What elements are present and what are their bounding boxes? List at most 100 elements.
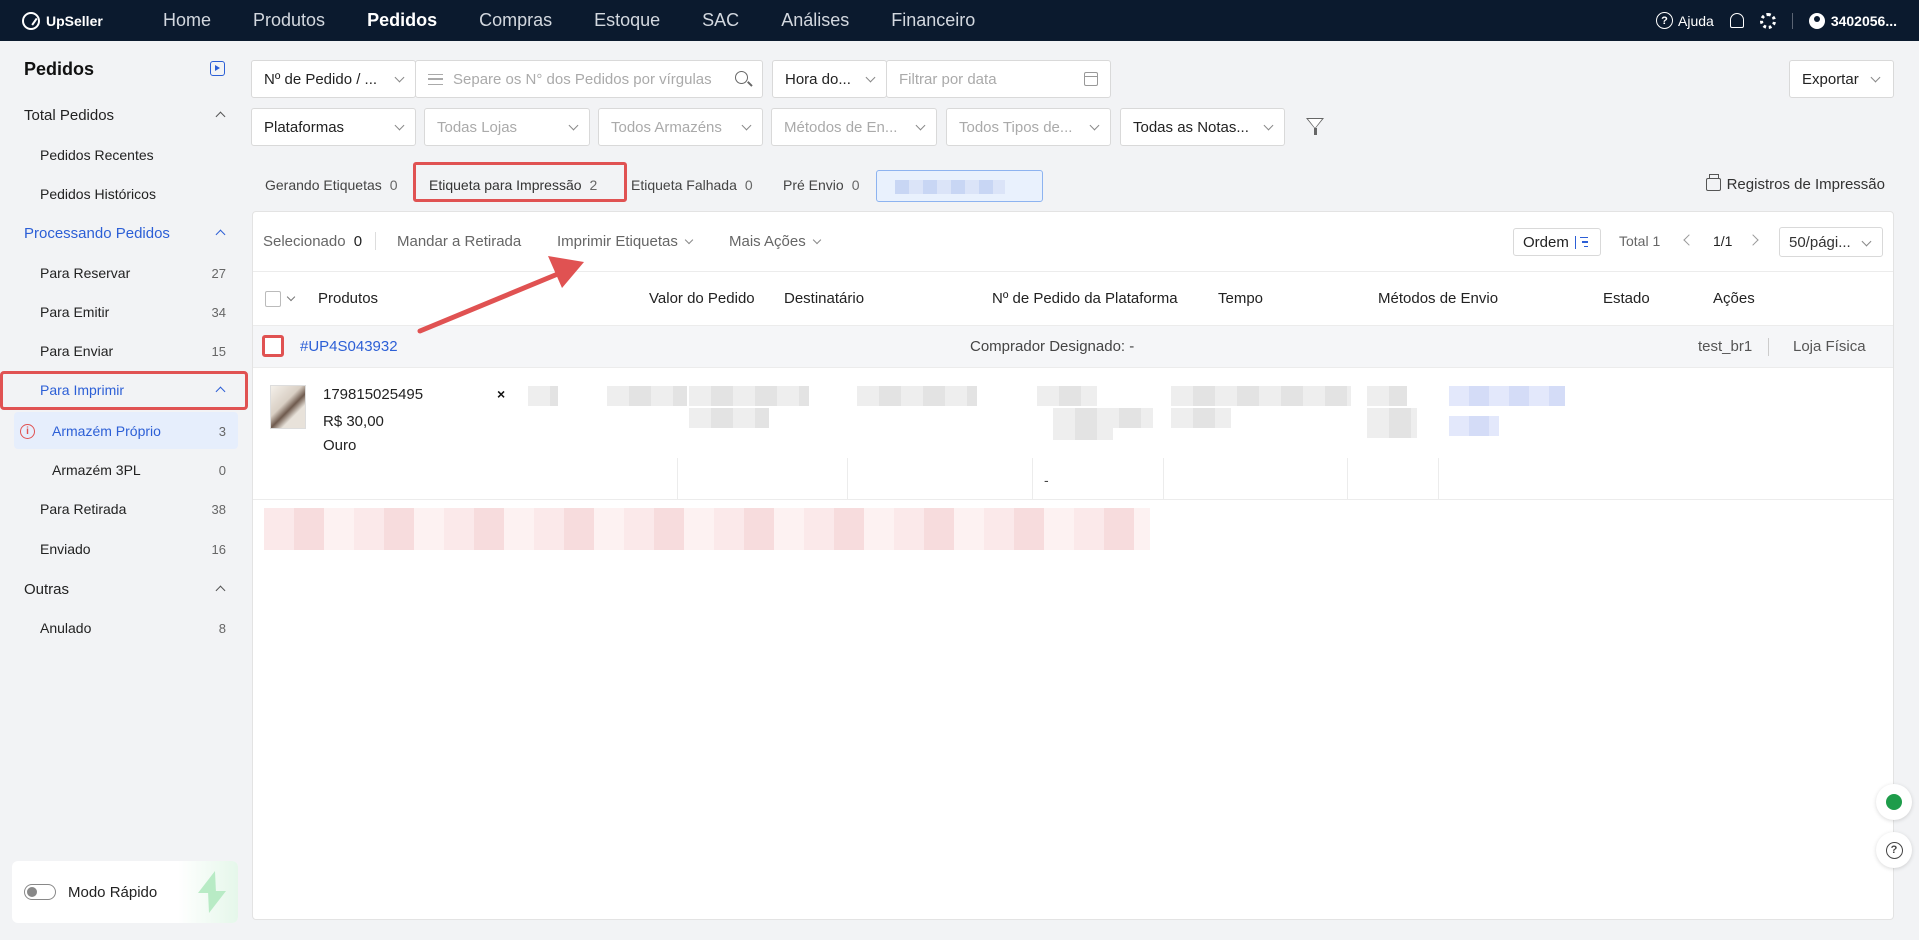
sidebar-group-outras[interactable]: Outras — [0, 571, 246, 607]
tab-etiqueta-falhada[interactable]: Etiqueta Falhada 0 — [631, 177, 753, 193]
tab-gerando-etiquetas[interactable]: Gerando Etiquetas 0 — [265, 177, 398, 193]
bell-icon[interactable] — [1729, 13, 1744, 28]
whatsapp-button[interactable] — [1876, 784, 1912, 820]
nav-financeiro[interactable]: Financeiro — [870, 0, 996, 41]
redacted-warning-banner — [264, 508, 1150, 550]
stores-select[interactable]: Todas Lojas — [424, 108, 590, 146]
sidebar-item-reservar[interactable]: Para Reservar 27 — [0, 255, 246, 291]
user-label: 3402056... — [1830, 12, 1897, 29]
warehouses-select[interactable]: Todos Armazéns — [598, 108, 763, 146]
tab-label: Etiqueta Falhada — [631, 177, 737, 193]
select-all-checkbox[interactable] — [265, 291, 281, 307]
redacted-platform-id — [857, 386, 977, 406]
print-log-link[interactable]: Registros de Impressão — [1705, 174, 1885, 193]
sidebar-item-enviado[interactable]: Enviado 16 — [0, 531, 246, 567]
sidebar-item-label: Enviado — [40, 541, 91, 557]
sidebar-item-count: 38 — [211, 501, 226, 517]
order-types-select[interactable]: Todos Tipos de... — [946, 108, 1111, 146]
sidebar-item-retirada[interactable]: Para Retirada 38 — [0, 491, 246, 527]
order-type-value: Nº de Pedido / ... — [264, 70, 378, 88]
chevron-right-icon[interactable] — [1747, 234, 1759, 246]
sidebar-item-label: Armazém 3PL — [52, 462, 141, 478]
sort-order-button[interactable]: Ordem — [1513, 228, 1601, 256]
sidebar-group-label: Outras — [24, 580, 70, 598]
sidebar-item-emitir[interactable]: Para Emitir 34 — [0, 294, 246, 330]
sidebar-group-total[interactable]: Total Pedidos — [0, 97, 246, 133]
col-num-plataforma: Nº de Pedido da Plataforma — [992, 290, 1178, 307]
tab-redacted[interactable] — [876, 170, 1043, 202]
shipping-methods-select[interactable]: Métodos de En... — [771, 108, 937, 146]
user-menu[interactable]: 3402056... — [1808, 12, 1897, 29]
sidebar-item-label: Para Reservar — [40, 265, 131, 281]
time-type-select[interactable]: Hora do... — [772, 60, 887, 98]
nav-estoque[interactable]: Estoque — [573, 0, 681, 41]
tab-label: Gerando Etiquetas — [265, 177, 382, 193]
tab-count: 0 — [851, 177, 860, 193]
gear-icon[interactable] — [1759, 12, 1776, 29]
nav-sac[interactable]: SAC — [681, 0, 760, 41]
order-checkbox[interactable] — [262, 335, 284, 357]
nav-produtos[interactable]: Produtos — [232, 0, 346, 41]
redacted-action[interactable] — [1449, 386, 1565, 406]
search-placeholder: Separe os N° dos Pedidos por vírgulas — [453, 70, 712, 88]
sidebar-item-label: Pedidos Recentes — [40, 147, 154, 163]
chevron-down-icon[interactable] — [286, 292, 296, 302]
sidebar-item-label: Para Emitir — [40, 304, 110, 320]
order-search-input[interactable]: Separe os N° dos Pedidos por vírgulas — [415, 60, 763, 98]
quick-mode-toggle[interactable] — [24, 884, 56, 900]
send-pickup-button[interactable]: Mandar a Retirada — [397, 233, 521, 250]
per-page-value: 50/pági... — [1789, 234, 1851, 251]
nav-compras[interactable]: Compras — [458, 0, 573, 41]
upseller-logo-icon — [22, 11, 40, 30]
print-log-label: Registros de Impressão — [1726, 176, 1885, 193]
platforms-select[interactable]: Plataformas — [251, 108, 416, 146]
product-thumbnail[interactable] — [270, 385, 306, 429]
search-icon[interactable] — [735, 71, 748, 84]
per-page-select[interactable]: 50/pági... — [1779, 227, 1883, 257]
close-icon[interactable]: × — [497, 386, 505, 402]
main-menu: Home Produtos Pedidos Compras Estoque SA… — [142, 0, 996, 41]
sidebar-item-recentes[interactable]: Pedidos Recentes — [0, 137, 246, 173]
redacted-time — [1037, 386, 1097, 406]
tab-pre-envio[interactable]: Pré Envio 0 — [783, 177, 860, 193]
more-actions-button[interactable]: Mais Ações — [729, 233, 821, 250]
cell-divider — [847, 458, 848, 500]
nav-home[interactable]: Home — [142, 0, 232, 41]
quick-mode-label: Modo Rápido — [68, 883, 158, 901]
collapse-sidebar-icon[interactable] — [210, 61, 225, 76]
redacted-action-2[interactable] — [1449, 416, 1499, 436]
notes-select[interactable]: Todas as Notas... — [1120, 108, 1285, 146]
export-button[interactable]: Exportar — [1789, 60, 1894, 98]
sidebar-item-count: 3 — [218, 423, 226, 439]
sidebar-item-anulado[interactable]: Anulado 8 — [0, 610, 246, 646]
sidebar-item-label: Para Imprimir — [40, 382, 125, 398]
sidebar-item-imprimir[interactable]: Para Imprimir — [0, 372, 246, 408]
shipping-placeholder: Métodos de En... — [784, 118, 898, 136]
redacted-shipping — [1171, 386, 1351, 406]
product-sku: 179815025495 — [323, 386, 424, 403]
nav-analises[interactable]: Análises — [760, 0, 870, 41]
highlight-box-tab — [413, 162, 627, 202]
sidebar-item-armazem-3pl[interactable]: Armazém 3PL 0 — [0, 452, 246, 488]
date-filter-input[interactable]: Filtrar por data — [886, 60, 1111, 98]
brand-logo[interactable]: UpSeller — [0, 11, 142, 30]
filter-funnel-icon[interactable] — [1306, 118, 1324, 135]
print-labels-button[interactable]: Imprimir Etiquetas — [557, 233, 694, 250]
sidebar-item-label: Anulado — [40, 620, 92, 636]
chevron-down-icon — [812, 235, 821, 245]
sidebar-group-processando[interactable]: Processando Pedidos — [0, 215, 246, 251]
order-id-link[interactable]: #UP4S043932 — [300, 338, 398, 355]
sidebar-item-armazem-proprio[interactable]: i Armazém Próprio 3 — [0, 413, 246, 449]
nav-pedidos[interactable]: Pedidos — [346, 0, 458, 41]
sort-order-label: Ordem — [1523, 233, 1569, 251]
sidebar-item-historicos[interactable]: Pedidos Históricos — [0, 176, 246, 212]
time-type-value: Hora do... — [785, 70, 851, 88]
tempo-empty: - — [1044, 472, 1049, 488]
chevron-left-icon[interactable] — [1683, 234, 1695, 246]
cell-divider — [1438, 458, 1439, 500]
chevron-down-icon — [741, 120, 752, 131]
sidebar-item-enviar[interactable]: Para Enviar 15 — [0, 333, 246, 369]
order-type-select[interactable]: Nº de Pedido / ... — [251, 60, 416, 98]
help-button[interactable]: ? Ajuda — [1656, 12, 1714, 29]
help-float-button[interactable]: ? — [1876, 832, 1912, 868]
